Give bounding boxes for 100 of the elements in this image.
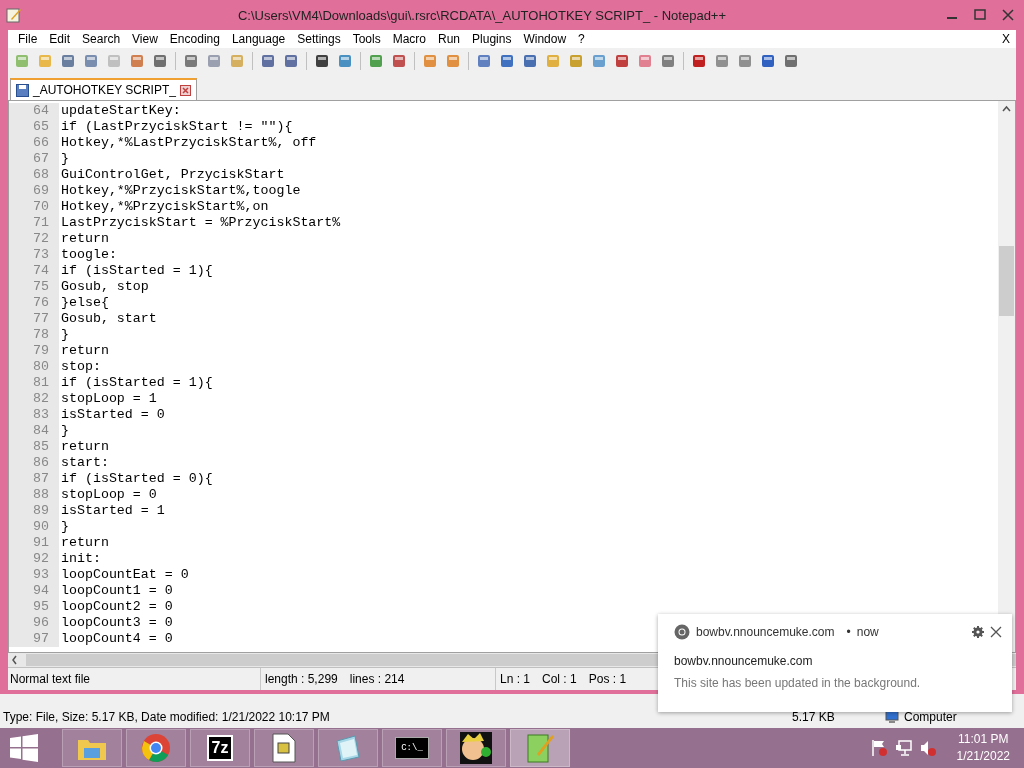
code-line: init: xyxy=(60,551,101,567)
square-icon xyxy=(283,53,299,69)
menu-item[interactable]: Run xyxy=(432,32,467,46)
line-number: 70 xyxy=(9,199,59,215)
line-number: 74 xyxy=(9,263,59,279)
code-line: loopCountEat = 0 xyxy=(60,567,189,583)
square-icon xyxy=(422,53,438,69)
close-icon[interactable] xyxy=(179,84,191,96)
settings-icon[interactable] xyxy=(972,626,984,638)
square-icon xyxy=(476,53,492,69)
taskbar-button[interactable]: 7z xyxy=(190,729,250,767)
code-line: }else{ xyxy=(60,295,109,311)
menu-item[interactable]: Edit xyxy=(43,32,77,46)
square-icon xyxy=(83,53,99,69)
scrollbar-thumb[interactable] xyxy=(999,246,1014,316)
line-number: 91 xyxy=(9,535,59,551)
line-number: 96 xyxy=(9,615,59,631)
taskbar-button[interactable]: C:\_ xyxy=(382,729,442,767)
document-icon xyxy=(272,733,296,763)
vertical-scrollbar[interactable] xyxy=(998,101,1015,652)
taskbar-button[interactable] xyxy=(446,729,506,767)
line-number: 69 xyxy=(9,183,59,199)
square-icon xyxy=(106,53,122,69)
line-number: 73 xyxy=(9,247,59,263)
line-number: 75 xyxy=(9,279,59,295)
line-number: 67 xyxy=(9,151,59,167)
length-count: length : 5,299 xyxy=(265,672,338,686)
clock-date[interactable]: 1/21/2022 xyxy=(956,748,1010,765)
square-icon xyxy=(129,53,145,69)
windows-logo-icon[interactable] xyxy=(10,734,38,762)
square-icon xyxy=(691,53,707,69)
menu-item[interactable]: Window xyxy=(517,32,573,46)
line-number: 64 xyxy=(9,103,59,119)
line-number: 66 xyxy=(9,135,59,151)
line-position: Ln : 1 xyxy=(500,672,531,686)
browser-icon xyxy=(674,624,690,640)
menu-item[interactable]: Search xyxy=(76,32,127,46)
close-document-button[interactable]: X xyxy=(996,32,1016,46)
code-line: if (isStarted = 1){ xyxy=(60,375,213,391)
file-size: 5.17 KB xyxy=(791,710,836,724)
menu-item[interactable]: File xyxy=(12,32,44,46)
line-number: 83 xyxy=(9,407,59,423)
line-number: 76 xyxy=(9,295,59,311)
code-line: if (isStarted = 1){ xyxy=(60,263,213,279)
code-line: } xyxy=(60,151,69,167)
network-icon[interactable] xyxy=(894,739,913,757)
square-icon xyxy=(152,53,168,69)
code-line: return xyxy=(60,343,109,359)
line-number: 87 xyxy=(9,471,59,487)
square-icon xyxy=(499,53,515,69)
code-line: loopCount1 = 0 xyxy=(60,583,173,599)
menu-item[interactable]: Settings xyxy=(291,32,347,46)
square-icon xyxy=(60,53,76,69)
menu-item[interactable]: ? xyxy=(572,32,591,46)
line-number: 82 xyxy=(9,391,59,407)
muted-speaker-icon[interactable] xyxy=(918,739,937,757)
code-line: if (LastPrzyciskStart != ""){ xyxy=(60,119,293,135)
square-icon xyxy=(183,53,199,69)
square-icon xyxy=(660,53,676,69)
code-line: stop: xyxy=(60,359,101,375)
line-number: 88 xyxy=(9,487,59,503)
menu-item[interactable]: Language xyxy=(225,32,292,46)
flag-icon[interactable] xyxy=(870,739,889,757)
code-line: if (isStarted = 0){ xyxy=(60,471,213,487)
save-icon xyxy=(16,83,29,97)
square-icon xyxy=(314,53,330,69)
file-type: Normal text file xyxy=(8,668,261,690)
code-line: isStarted = 1 xyxy=(60,503,165,519)
line-number: 71 xyxy=(9,215,59,231)
line-number: 77 xyxy=(9,311,59,327)
menu-item[interactable]: Plugins xyxy=(466,32,518,46)
notification-title: bowbv.nnouncemuke.com xyxy=(674,654,814,668)
line-number: 86 xyxy=(9,455,59,471)
menu-item[interactable]: Encoding xyxy=(163,32,226,46)
square-icon xyxy=(614,53,630,69)
line-number: 72 xyxy=(9,231,59,247)
square-icon xyxy=(391,53,407,69)
square-icon xyxy=(568,53,584,69)
line-number: 78 xyxy=(9,327,59,343)
square-icon xyxy=(714,53,730,69)
square-icon xyxy=(445,53,461,69)
square-icon xyxy=(760,53,776,69)
close-icon[interactable] xyxy=(990,626,1002,638)
code-line: loopCount2 = 0 xyxy=(60,599,173,615)
notification-origin: bowbv.nnouncemuke.com xyxy=(696,625,835,639)
code-line: return xyxy=(60,231,109,247)
menu-item[interactable]: View xyxy=(126,32,164,46)
menu-item[interactable]: Tools xyxy=(346,32,387,46)
menu-item[interactable]: Macro xyxy=(386,32,432,46)
cursor-position: Pos : 1 xyxy=(588,672,627,686)
square-icon xyxy=(783,53,799,69)
clock-time[interactable]: 11:01 PM xyxy=(958,731,1009,748)
line-number: 95 xyxy=(9,599,59,615)
code-line: isStarted = 0 xyxy=(60,407,165,423)
line-number: 92 xyxy=(9,551,59,567)
lines-count: lines : 214 xyxy=(349,672,405,686)
code-line: } xyxy=(60,519,69,535)
document-tab[interactable]: _AUTOHOTKEY SCRIPT_ xyxy=(10,78,197,100)
computer-icon xyxy=(884,710,900,724)
code-line: } xyxy=(60,327,69,343)
